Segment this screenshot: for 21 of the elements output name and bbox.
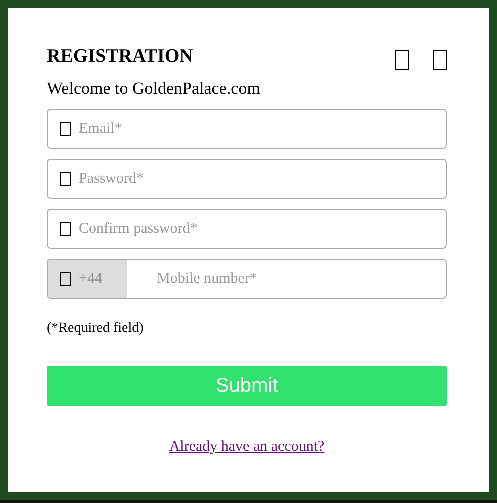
dialog-title: REGISTRATION xyxy=(47,46,194,68)
submit-button[interactable]: Submit xyxy=(47,366,447,406)
input-field[interactable]: Confirm password* xyxy=(47,209,447,249)
welcome-text: Welcome to GoldenPalace.com xyxy=(47,79,262,99)
field-input[interactable]: Email* xyxy=(79,120,446,138)
field-input[interactable]: Password* xyxy=(79,170,446,188)
country-code-text: +44 xyxy=(79,270,102,288)
country-code[interactable]: +44 xyxy=(48,260,127,298)
input-field[interactable]: Email* xyxy=(47,109,447,149)
square-icon xyxy=(60,122,71,136)
login-link[interactable]: Already have an account? xyxy=(169,439,325,455)
required-note: (*Required field) xyxy=(47,321,145,337)
phone-field[interactable]: +44 Mobile number* xyxy=(47,259,447,299)
square-icon xyxy=(60,222,71,236)
square-icon[interactable] xyxy=(395,50,409,70)
square-icon xyxy=(60,272,71,286)
field-input[interactable]: Mobile number* xyxy=(127,260,446,298)
square-icon xyxy=(60,172,71,186)
square-icon[interactable] xyxy=(433,50,447,70)
field-input[interactable]: Confirm password* xyxy=(79,220,446,238)
input-field[interactable]: Password* xyxy=(47,159,447,199)
